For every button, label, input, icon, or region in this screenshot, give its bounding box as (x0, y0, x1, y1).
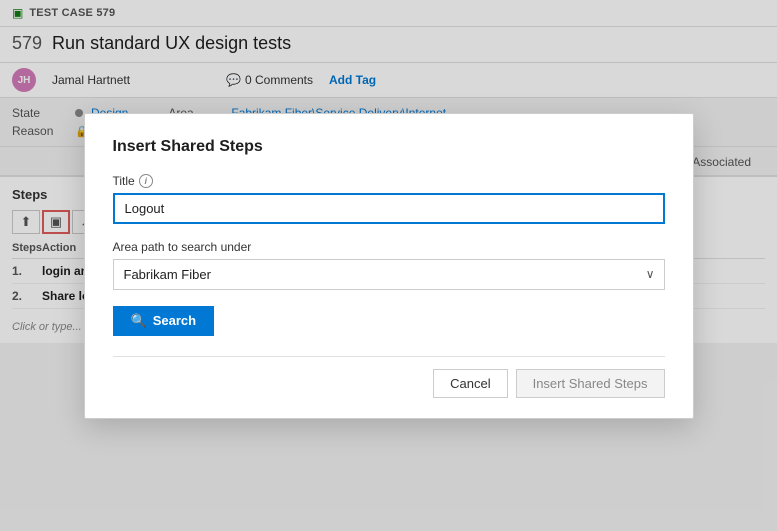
area-path-select[interactable]: Fabrikam Fiber (113, 259, 665, 290)
search-button[interactable]: 🔍 Search (113, 306, 215, 336)
search-button-label: Search (153, 313, 196, 328)
info-icon: i (139, 174, 153, 188)
area-select-label: Area path to search under (113, 240, 665, 254)
area-path-wrapper: Fabrikam Fiber ∨ (113, 259, 665, 290)
insert-shared-steps-button[interactable]: Insert Shared Steps (516, 369, 665, 398)
modal-title: Insert Shared Steps (113, 138, 665, 156)
cancel-button[interactable]: Cancel (433, 369, 507, 398)
modal-overlay: Insert Shared Steps Title i Area path to… (0, 0, 777, 531)
title-field-label: Title i (113, 174, 665, 188)
search-icon: 🔍 (131, 313, 147, 329)
insert-shared-steps-modal: Insert Shared Steps Title i Area path to… (84, 113, 694, 419)
title-input[interactable] (113, 193, 665, 224)
modal-footer: Cancel Insert Shared Steps (113, 356, 665, 398)
